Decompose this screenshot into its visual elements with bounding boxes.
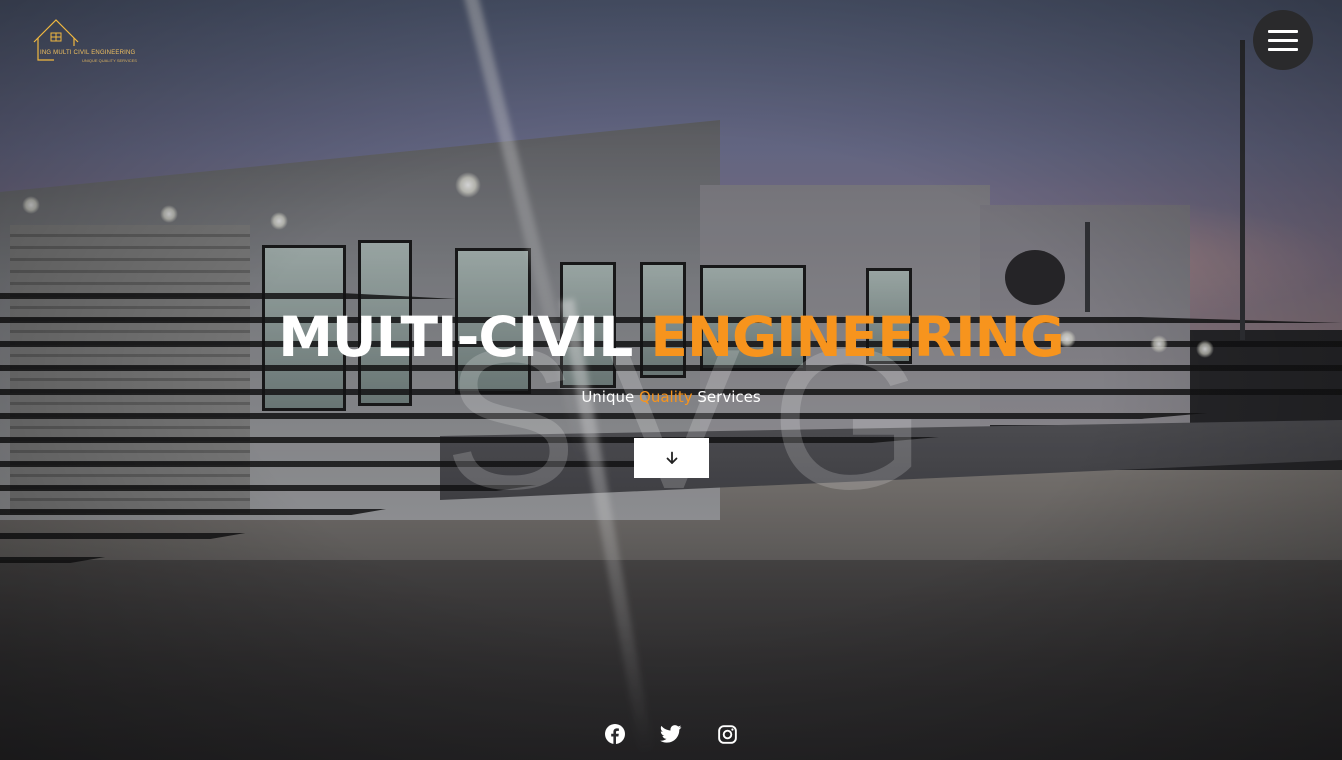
hamburger-menu-icon-bar — [1268, 38, 1298, 42]
hero-title: MULTI-CIVIL ENGINEERING — [0, 302, 1342, 372]
social-links — [0, 720, 1342, 748]
instagram-link[interactable] — [716, 723, 738, 745]
scroll-down-button[interactable] — [634, 438, 709, 478]
hero-section: SVG ING MULTI CIVIL ENGINEERING UNIQUE Q… — [0, 0, 1342, 760]
tagline-word-services: Services — [697, 388, 761, 406]
twitter-link[interactable] — [660, 723, 682, 745]
hero-title-primary: MULTI-CIVIL — [278, 305, 633, 369]
hamburger-menu-icon — [1268, 29, 1298, 33]
hero-tagline: Unique Quality Services — [0, 386, 1342, 408]
tagline-word-quality: Quality — [639, 388, 693, 406]
menu-button[interactable] — [1253, 10, 1313, 70]
twitter-icon — [660, 725, 682, 743]
logo-tagline: UNIQUE QUALITY SERVICES — [82, 58, 137, 63]
arrow-down-icon — [666, 451, 677, 464]
instagram-icon — [717, 724, 737, 744]
hero-title-accent: ENGINEERING — [650, 305, 1064, 369]
hamburger-menu-icon-bar — [1268, 47, 1298, 51]
logo-wordmark: ING MULTI CIVIL ENGINEERING — [40, 50, 136, 56]
facebook-icon — [605, 724, 625, 744]
site-logo[interactable]: ING MULTI CIVIL ENGINEERING UNIQUE QUALI… — [30, 16, 155, 64]
tagline-word-unique: Unique — [581, 388, 635, 406]
facebook-link[interactable] — [604, 723, 626, 745]
